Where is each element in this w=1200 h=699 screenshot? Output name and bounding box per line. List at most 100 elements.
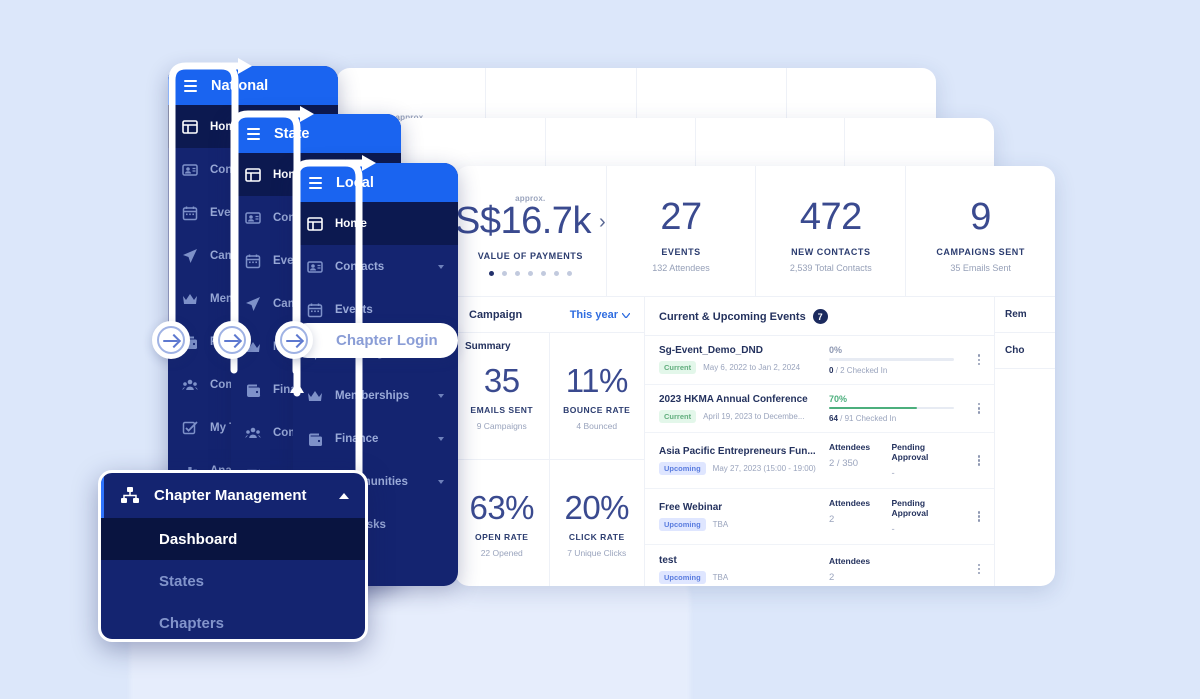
carousel-dot[interactable] xyxy=(553,270,559,276)
stat-label: EVENTS xyxy=(661,246,701,257)
contacts-icon xyxy=(307,259,323,275)
event-columns: Attendees 2 / 350 Pending Approval - xyxy=(829,442,964,479)
hamburger-icon[interactable] xyxy=(184,79,197,92)
hamburger-icon[interactable] xyxy=(247,127,260,140)
send-icon xyxy=(245,296,261,312)
campaign-metric-bounce-rate: 11% BOUNCE RATE 4 Bounced xyxy=(549,333,644,460)
stat-cell-new-contacts[interactable]: 472 NEW CONTACTS 2,539 Total Contacts xyxy=(756,166,907,296)
event-row[interactable]: Free Webinar Upcoming TBA Attendees 2 Pe… xyxy=(645,489,994,545)
progress-count-bold: 0 xyxy=(829,365,834,375)
column-header: Attendees xyxy=(829,555,871,566)
carousel-dot[interactable] xyxy=(514,270,520,276)
sidebar-title: Local xyxy=(336,174,374,191)
chapter-management-header[interactable]: Chapter Management xyxy=(101,473,365,518)
chevron-right-icon[interactable]: › xyxy=(599,212,606,232)
column-header: Pending Approval xyxy=(891,498,929,518)
carousel-dot[interactable] xyxy=(501,270,507,276)
login-arrow-icon[interactable] xyxy=(213,321,251,359)
stat-cell-events[interactable]: 27 EVENTS 132 Attendees xyxy=(607,166,757,296)
screenshot-stage: approx. S$16.7k 27 472 9 97,842 4.8% 32% xyxy=(0,0,1200,699)
column-value: - xyxy=(891,468,895,479)
event-name: Asia Pacific Entrepreneurs Fun... xyxy=(659,446,816,457)
event-meta: Current April 19, 2023 to Decembe... xyxy=(659,409,829,423)
row-menu-icon[interactable] xyxy=(964,401,994,415)
stat-cell-value-of-payments[interactable]: approx. S$16.7k › VALUE OF PAYMENTS xyxy=(455,166,607,296)
carousel-dot[interactable] xyxy=(527,270,533,276)
campaign-metrics-grid: Summary 35 EMAILS SENT 9 Campaigns 11% B… xyxy=(455,333,644,586)
row-menu-icon[interactable] xyxy=(964,353,994,367)
stat-value: 27 xyxy=(660,196,702,239)
carousel-dot[interactable] xyxy=(540,270,546,276)
sidebar-item-finance[interactable]: Finance xyxy=(293,417,458,460)
campaign-range-selector[interactable]: This year xyxy=(570,309,630,321)
send-icon xyxy=(182,248,198,264)
sidebar-item-home[interactable]: Home xyxy=(293,202,458,245)
sidebar-header-local[interactable]: Local xyxy=(293,163,458,202)
sidebar-header-state[interactable]: State xyxy=(231,114,401,153)
stat-label: VALUE OF PAYMENTS xyxy=(477,250,583,261)
progress-percent: 0% xyxy=(829,345,843,355)
stat-value: 472 xyxy=(799,196,862,239)
events-panel: Current & Upcoming Events 7 Sg-Event_Dem… xyxy=(645,297,995,586)
progress-count-bold: 64 xyxy=(829,414,838,423)
chapter-management-item-states[interactable]: States xyxy=(101,560,365,602)
chapter-login-pill[interactable]: Chapter Login xyxy=(290,323,458,358)
calendar-icon xyxy=(245,253,261,269)
event-meta: Current May 6, 2022 to Jan 2, 2024 xyxy=(659,361,829,375)
status-badge: Current xyxy=(659,361,697,375)
login-arrow-icon[interactable] xyxy=(275,321,313,359)
progress-bar xyxy=(829,358,954,361)
home-icon xyxy=(307,216,323,232)
stat-value: S$16.7k xyxy=(455,200,591,243)
stat-value: 9 xyxy=(970,196,991,239)
campaign-panel: Campaign This year Summary 35 EMAILS SEN… xyxy=(455,297,645,586)
event-row[interactable]: test Upcoming TBA Attendees 2 xyxy=(645,545,994,586)
row-menu-icon[interactable] xyxy=(964,510,994,524)
event-columns: Attendees 2 xyxy=(829,556,964,583)
stat-value-row: S$16.7k › xyxy=(455,201,606,242)
right-panel-item-reminders[interactable]: Rem xyxy=(995,297,1055,333)
chevron-down-icon xyxy=(438,264,444,269)
event-progress: 70% 64 / 91 Checked In xyxy=(829,394,964,423)
campaign-metric-sub: 22 Opened xyxy=(480,548,523,559)
campaign-metric-sub: 9 Campaigns xyxy=(476,421,527,432)
event-info: test Upcoming TBA xyxy=(659,555,829,584)
events-panel-header: Current & Upcoming Events 7 xyxy=(645,297,994,336)
campaign-metric-open-rate: 63% OPEN RATE 22 Opened xyxy=(455,459,550,586)
dashboard-panels: Campaign This year Summary 35 EMAILS SEN… xyxy=(455,296,1055,586)
campaign-metric-sub: 4 Bounced xyxy=(576,421,618,432)
sidebar-item-contacts[interactable]: Contacts xyxy=(293,245,458,288)
event-row[interactable]: Asia Pacific Entrepreneurs Fun... Upcomi… xyxy=(645,433,994,489)
stat-cell-campaigns-sent[interactable]: 9 CAMPAIGNS SENT 35 Emails Sent xyxy=(906,166,1055,296)
login-arrow-icon[interactable] xyxy=(152,321,190,359)
carousel-dots[interactable] xyxy=(488,270,572,276)
people-icon xyxy=(182,377,198,393)
chapter-management-item-dashboard[interactable]: Dashboard xyxy=(101,518,365,560)
event-info: Asia Pacific Entrepreneurs Fun... Upcomi… xyxy=(659,446,829,475)
crown-icon xyxy=(182,291,198,307)
event-info: Free Webinar Upcoming TBA xyxy=(659,502,829,531)
wallet-icon xyxy=(245,382,261,398)
event-row[interactable]: Sg-Event_Demo_DND Current May 6, 2022 to… xyxy=(645,336,994,385)
row-menu-icon[interactable] xyxy=(964,562,994,576)
chapter-management-item-chapters[interactable]: Chapters xyxy=(101,602,365,639)
chevron-up-icon[interactable] xyxy=(339,492,349,499)
sidebar-header-national[interactable]: National xyxy=(168,66,338,105)
campaign-metric-value: 35 xyxy=(483,362,520,400)
campaign-metric-emails-sent: Summary 35 EMAILS SENT 9 Campaigns xyxy=(455,333,550,460)
event-column: Attendees 2 / 350 xyxy=(829,442,892,479)
campaign-metric-value: 20% xyxy=(564,489,630,527)
sidebar-item-label: Contacts xyxy=(335,260,385,273)
column-header: Attendees xyxy=(829,442,871,452)
right-panel-item-checklist[interactable]: Cho xyxy=(995,333,1055,369)
row-menu-icon[interactable] xyxy=(964,454,994,468)
event-row[interactable]: 2023 HKMA Annual Conference Current Apri… xyxy=(645,385,994,433)
hamburger-icon[interactable] xyxy=(309,176,322,189)
event-progress: 0% 0 / 2 Checked In xyxy=(829,345,964,375)
crown-icon xyxy=(307,388,323,404)
carousel-dot[interactable] xyxy=(566,270,572,276)
chapter-management-popover: Chapter Management Dashboard States Chap… xyxy=(98,470,368,642)
sidebar-item-memberships[interactable]: Memberships xyxy=(293,374,458,417)
status-badge: Current xyxy=(659,409,697,423)
carousel-dot[interactable] xyxy=(488,270,494,276)
